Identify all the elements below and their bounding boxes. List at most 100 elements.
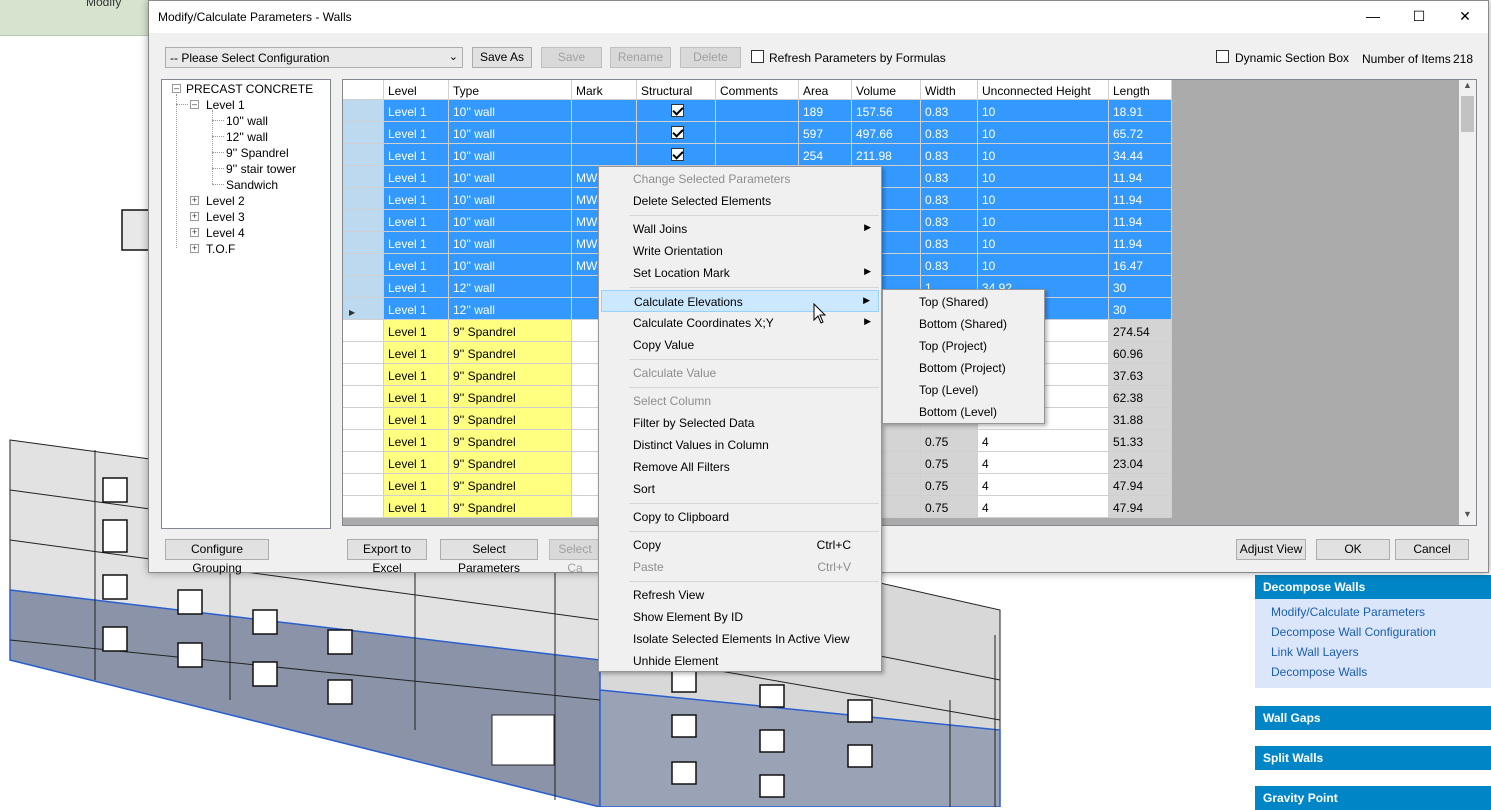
grid-cell-type[interactable]: 9'' Spandrel	[449, 430, 572, 452]
grid-cell-level[interactable]: Level 1	[384, 320, 449, 342]
grid-cell-height[interactable]: 10	[978, 232, 1109, 254]
grid-cell-length[interactable]: 60.96	[1109, 342, 1172, 364]
grid-cell-length[interactable]: 62.38	[1109, 386, 1172, 408]
grid-cell-length[interactable]: 23.04	[1109, 452, 1172, 474]
grid-cell-type[interactable]: 10'' wall	[449, 122, 572, 144]
panel-link-link-layers[interactable]: Link Wall Layers	[1255, 642, 1491, 662]
menu-calc-coords[interactable]: Calculate Coordinates X;Y ▶	[601, 312, 879, 334]
vertical-scrollbar[interactable]: ▲ ▼	[1459, 80, 1476, 525]
menu-paste[interactable]: Paste Ctrl+V	[601, 556, 879, 578]
menu-isolate[interactable]: Isolate Selected Elements In Active View	[601, 628, 879, 650]
grid-cell-level[interactable]: Level 1	[384, 496, 449, 518]
row-header[interactable]	[343, 144, 384, 166]
maximize-icon[interactable]: ☐	[1396, 1, 1442, 31]
grid-cell-level[interactable]: Level 1	[384, 232, 449, 254]
panel-link-decompose-config[interactable]: Decompose Wall Configuration	[1255, 622, 1491, 642]
grid-cell-level[interactable]: Level 1	[384, 100, 449, 122]
grid-cell-type[interactable]: 10'' wall	[449, 210, 572, 232]
grid-cell-mark[interactable]	[572, 144, 637, 166]
refresh-formulas-checkbox[interactable]	[751, 50, 764, 63]
column-header[interactable]: Mark	[572, 80, 637, 100]
menu-copy[interactable]: Copy Ctrl+C	[601, 534, 879, 556]
grid-cell-width[interactable]: 0.75	[921, 474, 978, 496]
grid-cell-height[interactable]: 10	[978, 254, 1109, 276]
grid-cell-type[interactable]: 10'' wall	[449, 188, 572, 210]
structural-checkbox[interactable]	[671, 104, 684, 117]
grid-cell-width[interactable]: 0.83	[921, 122, 978, 144]
grid-cell-structural[interactable]	[637, 122, 716, 144]
grid-cell-length[interactable]: 34.44	[1109, 144, 1172, 166]
grid-cell-width[interactable]: 0.83	[921, 166, 978, 188]
tree-level[interactable]: Level 2	[206, 194, 245, 208]
row-header[interactable]	[343, 122, 384, 144]
row-header[interactable]: ▶	[343, 298, 384, 320]
grid-cell-length[interactable]: 37.63	[1109, 364, 1172, 386]
grid-cell-type[interactable]: 9'' Spandrel	[449, 342, 572, 364]
grid-cell-width[interactable]: 0.83	[921, 188, 978, 210]
panel-header-split-walls[interactable]: Split Walls	[1255, 746, 1491, 770]
grid-cell-comments[interactable]	[716, 100, 799, 122]
export-excel-button[interactable]: Export to Excel	[347, 539, 427, 575]
adjust-view-button[interactable]: Adjust View	[1236, 539, 1306, 560]
grid-cell-type[interactable]: 12'' wall	[449, 298, 572, 320]
grid-cell-length[interactable]: 11.94	[1109, 232, 1172, 254]
grid-cell-mark[interactable]	[572, 122, 637, 144]
scroll-up-icon[interactable]: ▲	[1459, 80, 1476, 96]
panel-link-modify-calc[interactable]: Modify/Calculate Parameters	[1255, 602, 1491, 622]
menu-delete-selected[interactable]: Delete Selected Elements	[601, 190, 879, 212]
tree-level[interactable]: Level 3	[206, 210, 245, 224]
grid-cell-type[interactable]: 9'' Spandrel	[449, 474, 572, 496]
grid-cell-length[interactable]: 31.88	[1109, 408, 1172, 430]
column-header[interactable]: Area	[799, 80, 852, 100]
grid-cell-mark[interactable]	[572, 100, 637, 122]
expand-icon[interactable]: +	[190, 244, 199, 253]
column-header[interactable]: Level	[384, 80, 449, 100]
menu-change-selected[interactable]: Change Selected Parameters	[601, 168, 879, 190]
panel-link-decompose-walls[interactable]: Decompose Walls	[1255, 662, 1491, 682]
submenu-top-level[interactable]: Top (Level)	[885, 379, 1042, 401]
tree-item[interactable]: 10'' wall	[226, 114, 268, 128]
select-parameters-button[interactable]: Select Parameters	[440, 539, 538, 575]
grid-cell-width[interactable]: 0.83	[921, 210, 978, 232]
column-header[interactable]: Length	[1109, 80, 1172, 100]
expand-icon[interactable]: +	[190, 228, 199, 237]
grid-cell-height[interactable]: 10	[978, 210, 1109, 232]
menu-copy-clipboard[interactable]: Copy to Clipboard	[601, 506, 879, 528]
grid-cell-length[interactable]: 11.94	[1109, 166, 1172, 188]
collapse-icon[interactable]: –	[172, 84, 181, 93]
row-header[interactable]	[343, 166, 384, 188]
ok-button[interactable]: OK	[1316, 539, 1390, 560]
scroll-down-icon[interactable]: ▼	[1459, 509, 1476, 525]
row-header[interactable]	[343, 188, 384, 210]
grid-cell-height[interactable]: 4	[978, 452, 1109, 474]
grid-cell-area[interactable]: 254	[799, 144, 852, 166]
tree-level[interactable]: T.O.F	[206, 242, 235, 256]
grid-cell-height[interactable]: 10	[978, 188, 1109, 210]
grid-cell-type[interactable]: 9'' Spandrel	[449, 496, 572, 518]
grid-cell-level[interactable]: Level 1	[384, 386, 449, 408]
grid-cell-width[interactable]: 0.75	[921, 452, 978, 474]
grid-cell-length[interactable]: 11.94	[1109, 210, 1172, 232]
scroll-thumb[interactable]	[1461, 96, 1474, 132]
save-as-button[interactable]: Save As	[472, 47, 532, 68]
grid-cell-height[interactable]: 10	[978, 122, 1109, 144]
grid-cell-type[interactable]: 9'' Spandrel	[449, 452, 572, 474]
column-header[interactable]: Width	[921, 80, 978, 100]
collapse-icon[interactable]: –	[190, 100, 199, 109]
menu-write-orientation[interactable]: Write Orientation	[601, 240, 879, 262]
grid-cell-level[interactable]: Level 1	[384, 166, 449, 188]
grid-cell-length[interactable]: 30	[1109, 276, 1172, 298]
grid-cell-comments[interactable]	[716, 144, 799, 166]
grid-cell-level[interactable]: Level 1	[384, 364, 449, 386]
grid-corner[interactable]	[343, 80, 384, 100]
submenu-top-project[interactable]: Top (Project)	[885, 335, 1042, 357]
grid-cell-length[interactable]: 16.47	[1109, 254, 1172, 276]
submenu-bottom-level[interactable]: Bottom (Level)	[885, 401, 1042, 423]
column-header[interactable]: Type	[449, 80, 572, 100]
tree-item[interactable]: Sandwich	[226, 178, 278, 192]
cancel-button[interactable]: Cancel	[1395, 539, 1469, 560]
grid-cell-length[interactable]: 30	[1109, 298, 1172, 320]
grid-cell-width[interactable]: 0.83	[921, 254, 978, 276]
menu-remove-filters[interactable]: Remove All Filters	[601, 456, 879, 478]
grid-cell-type[interactable]: 12'' wall	[449, 276, 572, 298]
